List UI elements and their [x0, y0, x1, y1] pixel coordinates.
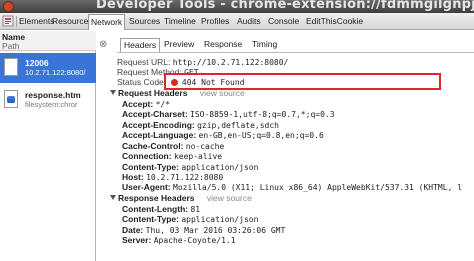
view-source-link[interactable]: view source: [207, 193, 252, 203]
tab-resources[interactable]: Resources: [52, 15, 93, 28]
response-headers-section[interactable]: Response Headers view source: [110, 194, 252, 203]
header-row: Content-Type: application/json: [122, 162, 259, 173]
tab-profiles[interactable]: Profiles: [201, 15, 229, 28]
header-row: Server: Apache-Coyote/1.1: [122, 235, 236, 246]
tab-response[interactable]: Response: [204, 38, 242, 52]
header-row: Accept-Charset: ISO-8859-1,utf-8;q=0.7,*…: [122, 109, 335, 120]
request-list-header[interactable]: Name Path: [0, 31, 96, 51]
window-titlebar: Developer Tools - chrome-extension://fdm…: [0, 0, 474, 13]
response-headers-title: Response Headers: [118, 193, 195, 203]
header-row: Accept-Encoding: gzip,deflate,sdch: [122, 120, 279, 131]
request-row[interactable]: response.htm filesystem:chror: [0, 85, 96, 115]
status-code-label: Status Code:: [117, 77, 167, 87]
tab-headers[interactable]: Headers: [120, 38, 161, 52]
tab-timeline[interactable]: Timeline: [164, 15, 196, 28]
tab-preview[interactable]: Preview: [164, 38, 194, 52]
request-path: 10.2.71.122:8080/: [25, 68, 86, 77]
window-close-button[interactable]: [3, 1, 14, 12]
tab-elements[interactable]: Elements: [19, 15, 54, 28]
request-url-value: http://10.2.71.122:8080/: [172, 58, 289, 67]
request-url-label: Request URL:: [117, 57, 171, 67]
header-row: Accept-Language: en-GB,en-US;q=0.8,en;q=…: [122, 130, 324, 141]
tab-network[interactable]: Network: [88, 14, 126, 30]
close-icon[interactable]: ⊗: [99, 39, 107, 50]
window-title: Developer Tools - chrome-extension://fdm…: [96, 0, 474, 12]
devtools-toolbar: Elements Resources Network Sources Timel…: [0, 13, 474, 30]
header-row: Date: Thu, 03 Mar 2016 03:26:06 GMT: [122, 225, 286, 236]
request-name: 12006: [25, 58, 49, 68]
expand-triangle-icon: [110, 90, 116, 95]
request-list: Name Path 12006 10.2.71.122:8080/ respon…: [0, 31, 96, 261]
header-row: Cache-Control: no-cache: [122, 141, 225, 152]
document-icon: [4, 58, 18, 76]
header-row: Connection: keep-alive: [122, 151, 223, 162]
request-headers-section[interactable]: Request Headers view source: [110, 89, 245, 98]
request-name: response.htm: [25, 90, 81, 100]
request-url-row: Request URL: http://10.2.71.122:8080/: [117, 57, 289, 68]
toolbar-separator: [16, 16, 17, 27]
script-file-icon: [4, 90, 18, 108]
tab-editthiscookie[interactable]: EditThisCookie: [306, 15, 363, 28]
request-path: filesystem:chror: [25, 100, 78, 109]
column-path-label: Path: [2, 41, 20, 51]
request-row[interactable]: 12006 10.2.71.122:8080/: [0, 53, 96, 83]
tabs-divider: [117, 52, 474, 53]
tab-audits[interactable]: Audits: [237, 15, 261, 28]
header-row: Host: 10.2.71.122:8080: [122, 172, 224, 183]
tab-console[interactable]: Console: [268, 15, 299, 28]
tab-timing[interactable]: Timing: [252, 38, 277, 52]
tab-sources[interactable]: Sources: [129, 15, 160, 28]
view-source-link[interactable]: view source: [200, 88, 245, 98]
header-row: Content-Type: application/json: [122, 214, 259, 225]
header-row: Content-Length: 81: [122, 204, 201, 215]
request-headers-title: Request Headers: [118, 88, 188, 98]
expand-triangle-icon: [110, 195, 116, 200]
header-row: Accept: */*: [122, 99, 171, 110]
devtools-icon: [2, 15, 14, 27]
detail-tabs: ⊗ Headers Preview Response Timing: [97, 36, 474, 54]
header-row: User-Agent: Mozilla/5.0 (X11; Linux x86_…: [122, 182, 463, 193]
